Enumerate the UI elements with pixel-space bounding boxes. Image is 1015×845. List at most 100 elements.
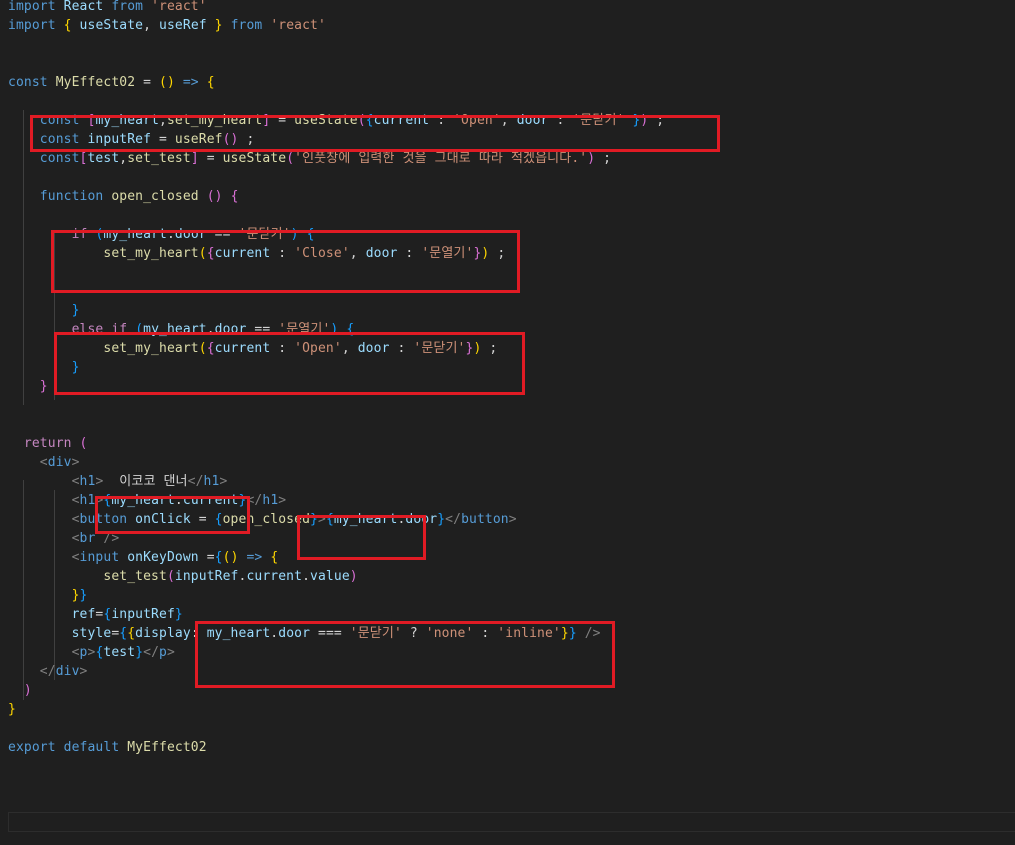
code-token: ) [587,151,596,166]
code-token: } [437,512,446,527]
code-token: function [39,189,104,204]
code-token: = [151,132,175,147]
code-token: { [206,341,215,356]
code-line[interactable]: } [8,700,16,719]
code-line[interactable]: const inputRef = useRef() ; [8,130,254,149]
code-token: ) [230,132,239,147]
code-token: 'react' [270,18,326,33]
code-token: } [71,588,80,603]
code-line[interactable]: <h1> 이코코 댄너</h1> [8,472,228,491]
code-token: . [166,227,175,242]
code-line[interactable]: const[test,set_test] = useState('인풋창에 입력… [8,149,611,168]
code-token: { [214,550,223,565]
code-line[interactable]: </div> [8,662,88,681]
code-token: 'Open' [453,113,501,128]
code-token: == [206,227,239,242]
code-token: button [79,512,128,527]
code-token: } [8,702,16,717]
code-token: from [230,18,263,33]
code-token: } [135,645,144,660]
code-token: ( [198,246,207,261]
code-token: div [47,455,72,470]
code-token: current [373,113,430,128]
code-token: /> [103,531,120,546]
code-line[interactable]: <button onClick = {open_closed}>{my_hear… [8,510,517,529]
code-token: < [71,493,80,508]
code-line[interactable]: }} [8,586,88,605]
code-token: : [397,246,422,261]
code-token: . [302,569,311,584]
code-token: } [568,626,577,641]
code-token: > [508,512,517,527]
code-line[interactable]: else if (my_heart.door == '문열기') { [8,320,355,339]
code-line[interactable]: } [8,377,48,396]
code-token: useState [222,151,287,166]
code-line[interactable]: ref={inputRef} [8,605,183,624]
code-token: door [357,341,390,356]
code-line[interactable]: style={{display: my_heart.door === '문닫기'… [8,624,601,643]
code-token: < [71,645,80,660]
code-token: ) [166,75,175,90]
code-token: </ [39,664,56,679]
code-token: import [8,18,56,33]
code-line[interactable]: } [8,301,80,320]
code-token: </ [187,474,204,489]
code-token: useState [79,18,144,33]
code-token: ) [349,569,358,584]
code-line[interactable]: set_my_heart({current : 'Open', door : '… [8,339,497,358]
code-line[interactable]: <div> [8,453,80,472]
code-token: useRef [174,132,223,147]
code-line[interactable]: ) [8,681,32,700]
code-token: current [182,493,239,508]
code-token: const [39,132,80,147]
code-token: </ [445,512,462,527]
code-token: ) [230,550,239,565]
code-editor[interactable]: import React from 'react' import { useSta… [0,0,1015,845]
code-line[interactable]: <br /> [8,529,120,548]
code-line[interactable]: set_my_heart({current : 'Close', door : … [8,244,505,263]
code-line[interactable]: <input onKeyDown ={() => { [8,548,279,567]
code-line[interactable]: const MyEffect02 = () => { [8,73,215,92]
code-token: ; [595,151,612,166]
code-token: > [167,645,175,660]
code-line[interactable]: import React from 'react' [8,0,207,16]
code-token: </ [246,493,263,508]
code-line[interactable]: set_test(inputRef.current.value) [8,567,358,586]
code-line[interactable]: if (my_heart.door == '문닫기') { [8,225,315,244]
code-token: < [39,455,48,470]
code-token: } [174,607,183,622]
code-token: '문닫기' [413,341,466,356]
code-token: h1 [79,474,96,489]
code-line[interactable]: export default MyEffect02 [8,738,207,757]
code-line[interactable]: <h1>{my_heart.current}</h1> [8,491,287,510]
code-token: => [246,550,263,565]
code-line[interactable]: <p>{test}</p> [8,643,175,662]
code-token: => [182,75,199,90]
code-line[interactable]: } [8,358,80,377]
code-line[interactable]: const [my_heart,set_my_heart] = useState… [8,111,664,130]
code-token: h1 [262,493,279,508]
code-token: ( [206,189,215,204]
code-line[interactable]: function open_closed () { [8,187,239,206]
code-line[interactable]: import { useState, useRef } from 'react' [8,16,326,35]
code-token: ; [481,341,498,356]
code-token: ) [23,683,32,698]
code-token: == [246,322,279,337]
code-line[interactable]: return ( [8,434,88,453]
code-token: '인풋창에 입력한 것을 그대로 따라 적겠읍니다.' [294,151,588,166]
code-token: === [310,626,350,641]
code-token: current [246,569,303,584]
code-token: ( [222,550,231,565]
code-token: br [79,531,96,546]
